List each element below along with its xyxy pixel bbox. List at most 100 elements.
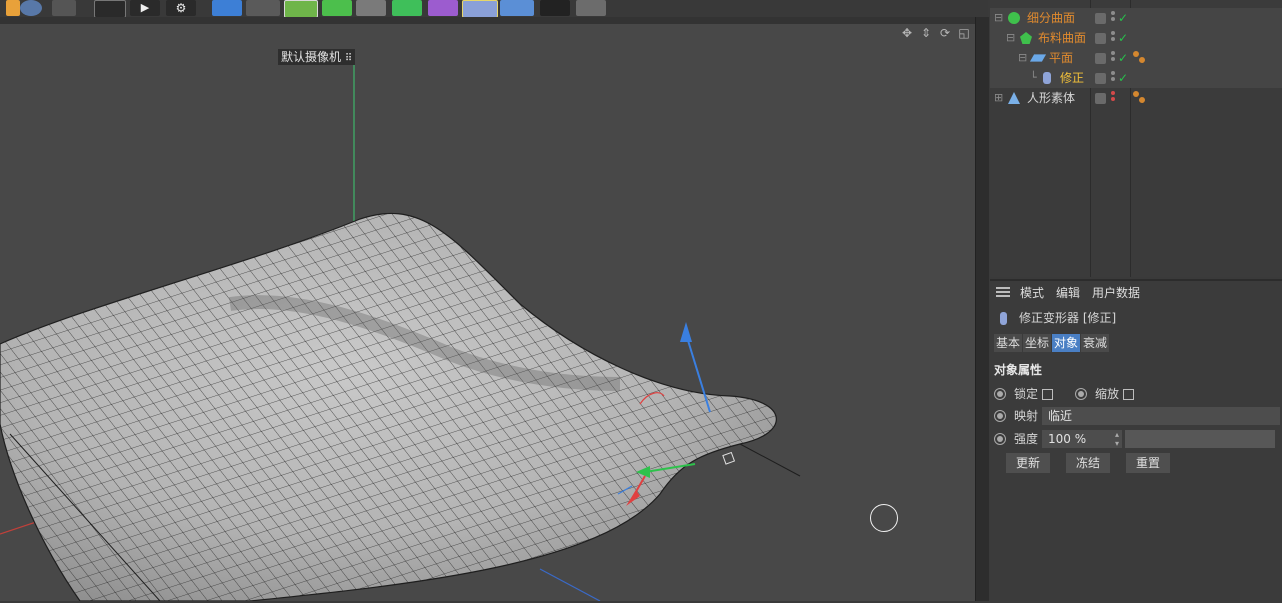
visibility-dots-icon[interactable] <box>1111 71 1116 85</box>
mapping-label: 映射 <box>1014 409 1039 423</box>
camera-icon: ⠿ <box>344 53 353 64</box>
camera-icon[interactable] <box>540 0 570 16</box>
strength-row: 强度 100 % ▴ ▾ <box>994 429 1276 449</box>
reset-button[interactable]: 重置 <box>1126 453 1171 473</box>
toggle-view-icon[interactable]: ◱ <box>957 26 971 40</box>
dolly-view-icon[interactable]: ⇕ <box>919 26 933 40</box>
edit-toggle-icon[interactable] <box>1095 13 1106 24</box>
array-icon[interactable] <box>392 0 422 16</box>
tree-expander[interactable]: ⊞ <box>994 88 1003 108</box>
enabled-check-icon[interactable]: ✓ <box>1118 28 1128 48</box>
visibility-dots-icon[interactable] <box>1111 91 1116 105</box>
spline-pen-icon[interactable] <box>246 0 280 16</box>
tree-branch: └ <box>1030 71 1037 84</box>
mapping-row: 映射 临近 <box>994 406 1281 426</box>
attribute-tabs: 基本 坐标 对象 衰减 <box>994 334 1110 352</box>
extrude-icon[interactable] <box>322 0 352 16</box>
tree-expander[interactable]: ⊟ <box>1006 28 1015 48</box>
light-icon[interactable] <box>576 0 606 16</box>
object-name: 细分曲面 <box>1027 11 1076 25</box>
enabled-check-icon[interactable]: ✓ <box>1118 8 1128 28</box>
freeze-button[interactable]: 冻结 <box>1066 453 1111 473</box>
edit-toggle-icon[interactable] <box>1095 53 1106 64</box>
attribute-manager: 模式 编辑 用户数据 修正变形器 [修正] 基本 坐标 对象 衰减 对象属性 锁… <box>990 279 1282 603</box>
render-settings-icon[interactable]: ▶ <box>130 0 160 16</box>
correction-deformer-icon <box>1043 72 1051 84</box>
cursor-circle <box>870 504 898 532</box>
panel-splitter[interactable] <box>975 17 989 601</box>
3d-viewport[interactable]: ✥ ⇕ ⟳ ◱ 默认摄像机 ⠿ <box>0 24 975 601</box>
object-row-subdivision[interactable]: ⊟ 细分曲面 ✓ <box>990 8 1282 28</box>
attribute-title: 修正变形器 [修正] <box>1019 311 1117 325</box>
strength-input[interactable]: 100 % <box>1042 430 1113 448</box>
menu-mode[interactable]: 模式 <box>1020 284 1044 301</box>
object-row-figure[interactable]: ⊞ 人形素体 <box>990 88 1282 108</box>
tab-object[interactable]: 对象 <box>1052 334 1081 352</box>
tab-basic[interactable]: 基本 <box>994 334 1023 352</box>
visibility-dots-icon[interactable] <box>1111 11 1116 25</box>
update-button[interactable]: 更新 <box>1006 453 1051 473</box>
camera-label[interactable]: 默认摄像机 ⠿ <box>278 49 356 65</box>
lock-label: 锁定 <box>1014 387 1039 401</box>
edit-toggle-icon[interactable] <box>1095 33 1106 44</box>
rotate-view-icon[interactable]: ⟳ <box>938 26 952 40</box>
enabled-check-icon[interactable]: ✓ <box>1118 68 1128 88</box>
mapping-dropdown[interactable]: 临近 <box>1042 407 1281 425</box>
edit-toggle-icon[interactable] <box>1095 93 1106 104</box>
move-view-icon[interactable]: ✥ <box>900 26 914 40</box>
cloth-mesh[interactable] <box>0 212 801 601</box>
animate-radio-icon[interactable] <box>994 410 1006 422</box>
visibility-dots-icon[interactable] <box>1111 31 1116 45</box>
main-toolbar: ▶ ⚙ <box>0 0 988 18</box>
subdivision-surface-icon[interactable] <box>284 0 318 18</box>
render-view-icon[interactable] <box>94 0 126 18</box>
animate-radio-icon[interactable] <box>994 433 1006 445</box>
render-region-icon[interactable] <box>52 0 76 16</box>
plane-icon <box>1029 54 1047 62</box>
section-title: 对象属性 <box>994 363 1043 377</box>
animate-radio-icon[interactable] <box>1075 388 1088 400</box>
menu-edit[interactable]: 编辑 <box>1056 284 1080 301</box>
menu-user-data[interactable]: 用户数据 <box>1092 284 1140 301</box>
figure-icon <box>1008 92 1020 104</box>
object-row-plane[interactable]: ⊟ 平面 ✓ <box>990 48 1282 68</box>
visibility-dots-icon[interactable] <box>1111 51 1116 65</box>
floor-icon[interactable] <box>500 0 534 16</box>
object-row-correction[interactable]: └ 修正 ✓ <box>990 68 1282 88</box>
tab-coordinates[interactable]: 坐标 <box>1023 334 1052 352</box>
deformer-bend-icon[interactable] <box>428 0 458 16</box>
mograph-cloner-icon[interactable] <box>356 0 386 16</box>
object-row-cloth[interactable]: ⊟ 布料曲面 ✓ <box>990 28 1282 48</box>
hamburger-menu-icon[interactable] <box>996 287 1010 297</box>
strength-label: 强度 <box>1014 432 1039 446</box>
render-settings-gear-icon[interactable]: ⚙ <box>166 0 196 16</box>
camera-label-text: 默认摄像机 <box>281 50 342 64</box>
subdivision-surface-icon <box>1008 12 1020 24</box>
lock-scale-row: 锁定 缩放 <box>994 384 1135 404</box>
lock-checkbox[interactable] <box>1042 388 1054 400</box>
cloth-tag-icon[interactable] <box>1133 51 1147 65</box>
material-tag-icon[interactable] <box>1133 91 1147 105</box>
object-manager: ⊟ 细分曲面 ✓ ⊟ 布料曲面 ✓ ⊟ 平面 ✓ └ 修正 ✓ ⊞ 人形素体 <box>990 0 1282 277</box>
animate-radio-icon[interactable] <box>994 388 1006 400</box>
z-axis-line <box>539 568 601 601</box>
correction-deformer-icon <box>1000 312 1007 325</box>
viewport-header <box>0 17 988 24</box>
z-axis-lock-icon[interactable] <box>6 0 20 16</box>
cube-primitive-icon[interactable] <box>212 0 242 16</box>
tab-falloff[interactable]: 衰减 <box>1081 334 1110 352</box>
coordinate-system-icon[interactable] <box>20 0 42 16</box>
tag-icon[interactable] <box>462 0 498 18</box>
tree-expander[interactable]: ⊟ <box>1018 48 1027 68</box>
edit-toggle-icon[interactable] <box>1095 73 1106 84</box>
stepper-icon[interactable]: ▴ ▾ <box>1112 430 1123 448</box>
scale-checkbox[interactable] <box>1123 388 1135 400</box>
viewport-nav-icons: ✥ ⇕ ⟳ ◱ <box>900 26 971 42</box>
tree-expander[interactable]: ⊟ <box>994 8 1003 28</box>
viewport-scene[interactable] <box>0 24 975 601</box>
object-name: 修正 <box>1060 71 1085 85</box>
enabled-check-icon[interactable]: ✓ <box>1118 48 1128 68</box>
strength-slider[interactable] <box>1125 430 1276 448</box>
attribute-menu-bar: 模式 编辑 用户数据 <box>990 281 1282 303</box>
object-name: 布料曲面 <box>1038 31 1087 45</box>
